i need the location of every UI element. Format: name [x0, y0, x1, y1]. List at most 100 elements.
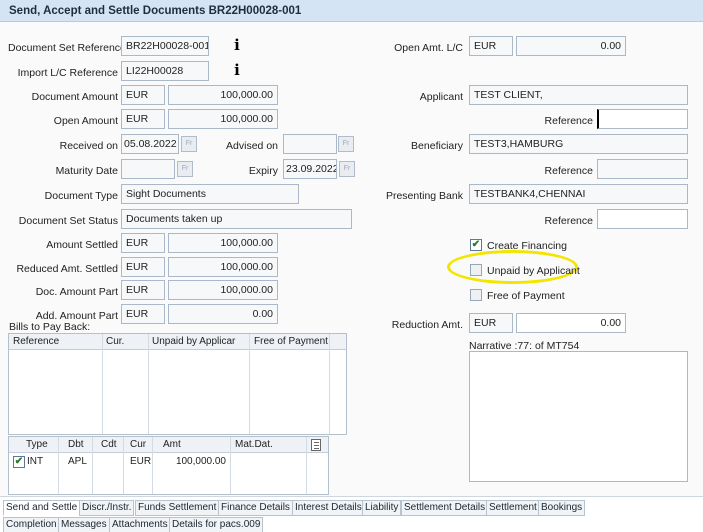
row-cur: EUR	[130, 456, 152, 467]
open-amt-lc-field[interactable]: 0.00	[516, 36, 626, 56]
bills-table-header: Reference Cur. Unpaid by Applicar Free o…	[9, 334, 346, 350]
column-header-free-of-payment[interactable]: Free of Payment	[254, 334, 328, 350]
calendar-icon[interactable]: Fr	[177, 161, 193, 177]
calendar-icon[interactable]: Fr	[339, 161, 355, 177]
doc-set-status-field[interactable]: Documents taken up	[121, 209, 352, 229]
maturity-date-field[interactable]	[121, 159, 175, 179]
copy-icon[interactable]	[311, 439, 321, 451]
tab-details-for-pacs-009[interactable]: Details for pacs.009	[169, 517, 264, 532]
presenting-bank-reference-label: Reference	[544, 215, 593, 227]
window-title: Send, Accept and Settle Documents BR22H0…	[9, 5, 302, 17]
tab-settlement-details[interactable]: Settlement Details	[401, 500, 489, 516]
tab-completion[interactable]: Completion	[3, 517, 60, 532]
bills-table[interactable]: Reference Cur. Unpaid by Applicar Free o…	[8, 333, 347, 435]
row-amt: 100,000.00	[175, 456, 226, 467]
column-header-cdt[interactable]: Cdt	[101, 437, 117, 453]
doc-set-status-label: Document Set Status	[18, 215, 118, 227]
advised-on-field[interactable]	[283, 134, 337, 154]
items-table[interactable]: Type Dbt Cdt Cur Amt Mat.Dat. ✔ INT APL …	[8, 436, 329, 495]
tab-bar: Send and Settle Discr./Instr. Funds Sett…	[0, 497, 703, 532]
tab-funds-settlement[interactable]: Funds Settlement	[135, 500, 220, 516]
table-row[interactable]: ✔ INT APL EUR 100,000.00	[9, 454, 328, 470]
unpaid-by-applicant-checkbox[interactable]	[470, 264, 482, 276]
open-amt-lc-label: Open Amt. L/C	[394, 42, 463, 54]
calendar-icon[interactable]: Fr	[181, 136, 197, 152]
doc-amount-part-label: Doc. Amount Part	[35, 286, 118, 298]
column-header-mat-dat[interactable]: Mat.Dat.	[235, 437, 273, 453]
column-header-amt[interactable]: Amt	[163, 437, 181, 453]
doc-amount-currency[interactable]: EUR	[121, 85, 165, 105]
reduced-amt-settled-label: Reduced Amt. Settled	[16, 263, 118, 275]
applicant-reference-input[interactable]	[597, 109, 688, 129]
doc-type-field[interactable]: Sight Documents	[121, 184, 299, 204]
create-financing-label: Create Financing	[487, 240, 567, 252]
add-amount-part-field[interactable]: 0.00	[168, 304, 278, 324]
column-header-cur[interactable]: Cur	[130, 437, 146, 453]
open-amount-field[interactable]: 100,000.00	[168, 109, 278, 129]
items-table-header: Type Dbt Cdt Cur Amt Mat.Dat.	[9, 437, 328, 453]
import-lc-ref-label: Import L/C Reference	[17, 67, 118, 79]
info-icon[interactable]: i	[233, 37, 241, 53]
free-of-payment-label: Free of Payment	[487, 290, 565, 302]
amount-settled-field[interactable]: 100,000.00	[168, 233, 278, 253]
tab-finance-details[interactable]: Finance Details	[218, 500, 293, 516]
unpaid-by-applicant-label: Unpaid by Applicant	[487, 265, 580, 277]
received-on-field[interactable]: 05.08.2022	[121, 134, 179, 154]
doc-amount-part-currency[interactable]: EUR	[121, 280, 165, 300]
row-type: INT	[27, 456, 44, 467]
column-divider	[148, 334, 149, 434]
presenting-bank-reference-input[interactable]	[597, 209, 688, 229]
open-amt-lc-currency[interactable]: EUR	[469, 36, 513, 56]
import-lc-ref-field[interactable]: LI22H00028	[121, 61, 209, 81]
tab-bookings[interactable]: Bookings	[538, 500, 586, 516]
amount-settled-label: Amount Settled	[46, 239, 118, 251]
doc-set-ref-field[interactable]: BR22H00028-001	[121, 36, 209, 56]
beneficiary-field[interactable]: TEST3,HAMBURG	[469, 134, 688, 154]
reduction-amt-field[interactable]: 0.00	[516, 313, 626, 333]
applicant-reference-label: Reference	[544, 115, 593, 127]
narrative-textarea[interactable]	[469, 351, 688, 482]
tab-attachments[interactable]: Attachments	[109, 517, 171, 532]
free-of-payment-checkbox[interactable]	[470, 289, 482, 301]
presenting-bank-label: Presenting Bank	[385, 190, 463, 202]
tab-messages[interactable]: Messages	[58, 517, 110, 532]
row-dbt: APL	[68, 456, 87, 467]
calendar-icon[interactable]: Fr	[338, 136, 354, 152]
tab-send-and-settle[interactable]: Send and Settle	[3, 500, 81, 516]
expiry-label: Expiry	[248, 165, 278, 177]
column-divider	[102, 334, 103, 434]
open-amount-label: Open Amount	[53, 115, 118, 127]
presenting-bank-field[interactable]: TESTBANK4,CHENNAI	[469, 184, 688, 204]
expiry-field[interactable]: 23.09.2022	[283, 159, 337, 179]
doc-amount-part-field[interactable]: 100,000.00	[168, 280, 278, 300]
reduction-amt-currency[interactable]: EUR	[469, 313, 513, 333]
info-icon[interactable]: i	[233, 62, 241, 78]
reduction-amt-label: Reduction Amt.	[391, 319, 463, 331]
column-header-currency[interactable]: Cur.	[106, 334, 124, 350]
applicant-field[interactable]: TEST CLIENT,	[469, 85, 688, 105]
tab-interest-details[interactable]: Interest Details	[292, 500, 365, 516]
doc-set-ref-label: Document Set Reference	[8, 42, 126, 54]
create-financing-checkbox[interactable]: ✔	[470, 239, 482, 251]
column-header-reference[interactable]: Reference	[13, 334, 59, 350]
column-header-dbt[interactable]: Dbt	[68, 437, 84, 453]
reduced-amt-settled-field[interactable]: 100,000.00	[168, 257, 278, 277]
beneficiary-reference-label: Reference	[544, 165, 593, 177]
add-amount-part-currency[interactable]: EUR	[121, 304, 165, 324]
tab-discr-instr[interactable]: Discr./Instr.	[79, 500, 135, 516]
column-divider	[249, 334, 250, 434]
doc-type-label: Document Type	[44, 190, 118, 202]
column-divider	[329, 334, 330, 434]
doc-amount-field[interactable]: 100,000.00	[168, 85, 278, 105]
row-checkbox[interactable]: ✔	[13, 456, 25, 468]
open-amount-currency[interactable]: EUR	[121, 109, 165, 129]
reduced-amt-currency[interactable]: EUR	[121, 257, 165, 277]
tab-liability[interactable]: Liability	[362, 500, 402, 516]
column-header-unpaid-by-applicant[interactable]: Unpaid by Applicar	[152, 334, 235, 350]
applicant-label: Applicant	[419, 91, 463, 103]
tab-settlement[interactable]: Settlement	[486, 500, 540, 516]
beneficiary-reference-input[interactable]	[597, 159, 688, 179]
column-header-type[interactable]: Type	[26, 437, 48, 453]
amount-settled-currency[interactable]: EUR	[121, 233, 165, 253]
maturity-date-label: Maturity Date	[55, 165, 118, 177]
